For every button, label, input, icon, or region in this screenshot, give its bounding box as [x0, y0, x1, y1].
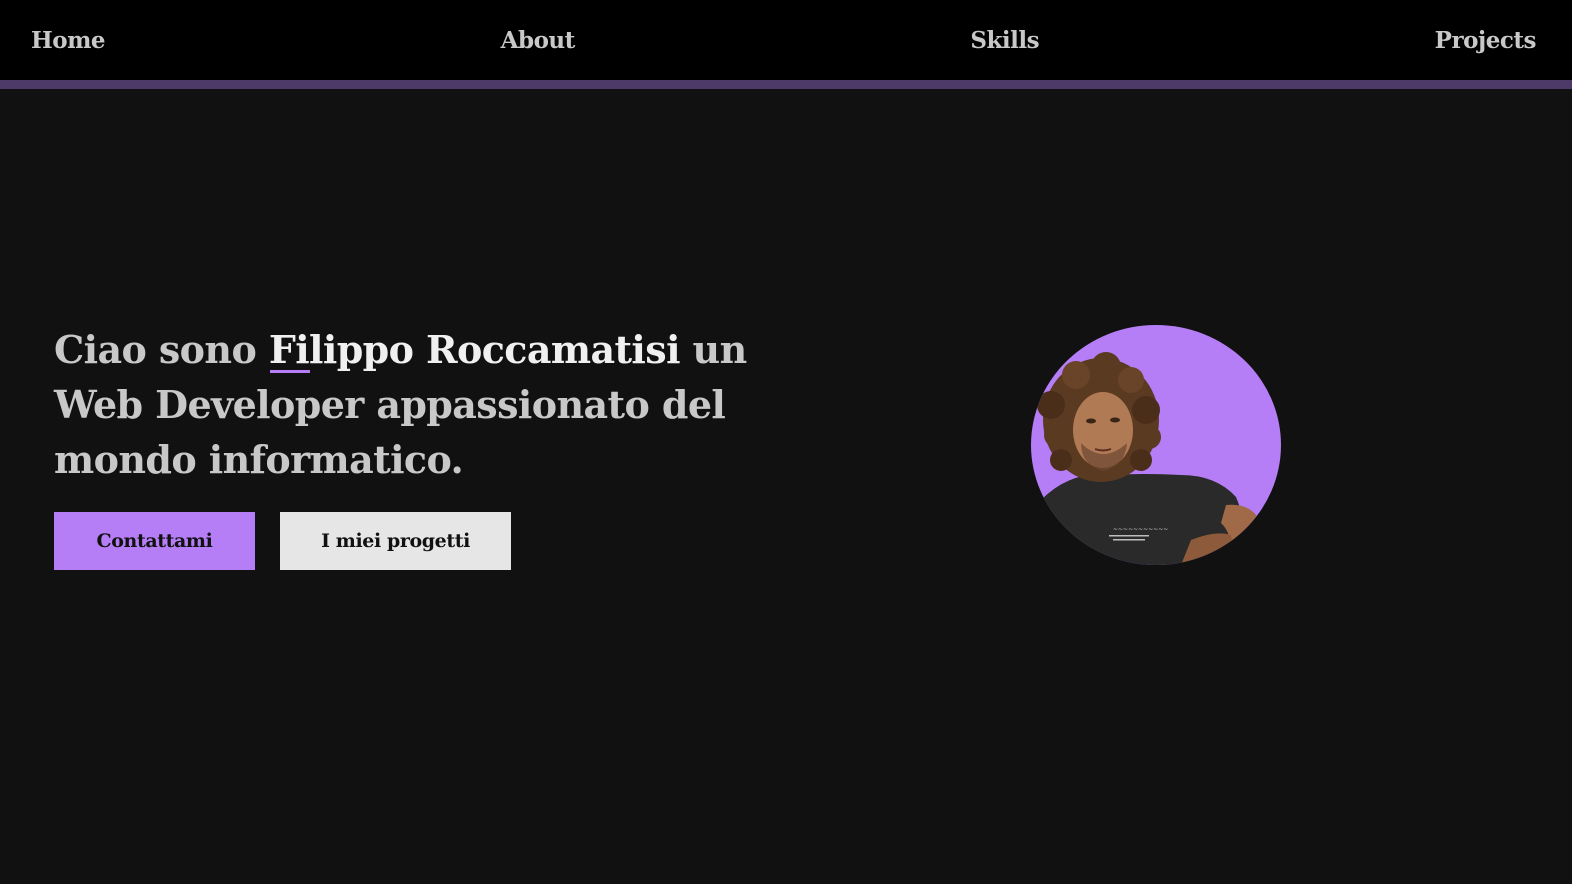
nav-link-home[interactable]: Home: [31, 27, 106, 54]
hero-name: Filippo Roccamatisi: [268, 322, 681, 377]
profile-photo-illustration: ~~~~~~~~~~~: [1031, 352, 1260, 565]
hero-section: Ciao sono Filippo Roccamatisi un Web Dev…: [54, 322, 754, 487]
profile-photo: ~~~~~~~~~~~: [1031, 325, 1281, 565]
projects-button[interactable]: I miei progetti: [280, 512, 511, 570]
hero-headline: Ciao sono Filippo Roccamatisi un Web Dev…: [54, 322, 754, 487]
hero-buttons: Contattami I miei progetti: [54, 512, 511, 570]
nav-link-skills[interactable]: Skills: [970, 27, 1039, 54]
hero-intro: Ciao sono: [54, 327, 269, 372]
navbar-divider: [0, 80, 1572, 89]
nav-link-projects[interactable]: Projects: [1435, 27, 1537, 54]
navbar: Home About Skills Projects: [0, 0, 1572, 80]
nav-link-about[interactable]: About: [501, 27, 576, 54]
hero-name-text: Filippo Roccamatisi: [268, 327, 681, 372]
contact-button[interactable]: Contattami: [54, 512, 255, 570]
name-underline-accent: [269, 370, 310, 373]
svg-text:~~~~~~~~~~~: ~~~~~~~~~~~: [1113, 526, 1168, 533]
